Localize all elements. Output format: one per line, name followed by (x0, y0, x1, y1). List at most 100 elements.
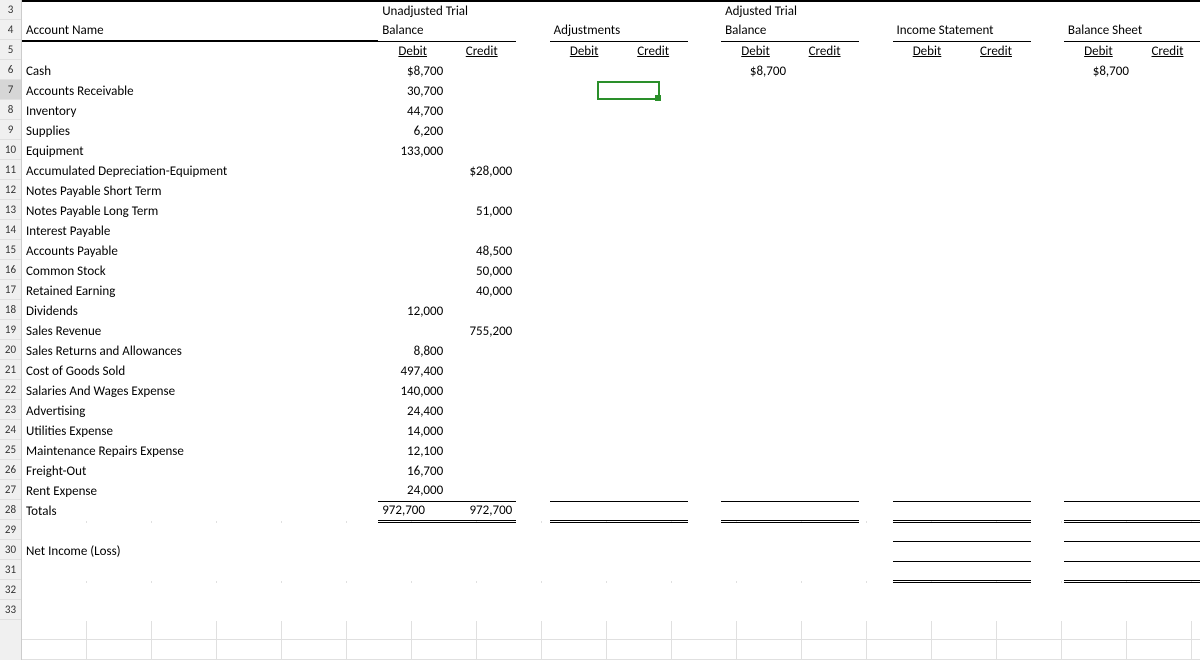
value-cell[interactable] (1064, 381, 1133, 401)
gap-cell[interactable] (1031, 341, 1064, 361)
account-name-cell[interactable]: Cost of Goods Sold (22, 361, 378, 381)
gap-cell[interactable] (859, 481, 892, 501)
debit-header[interactable]: Debit (721, 41, 790, 61)
value-cell[interactable] (1064, 201, 1133, 221)
totals-credit[interactable] (962, 501, 1031, 521)
value-cell[interactable] (447, 221, 516, 241)
gap-cell[interactable] (1031, 221, 1064, 241)
row-header[interactable]: 5 (0, 40, 21, 60)
account-name-cell[interactable]: Advertising (22, 401, 378, 421)
gap-cell[interactable] (1031, 261, 1064, 281)
value-cell[interactable] (790, 161, 859, 181)
value-cell[interactable] (378, 281, 447, 301)
gap-cell[interactable] (688, 221, 721, 241)
gap-cell[interactable] (1031, 61, 1064, 81)
value-cell[interactable] (619, 121, 688, 141)
value-cell[interactable] (619, 441, 688, 461)
gap-cell[interactable] (516, 161, 549, 181)
gap-cell[interactable] (859, 221, 892, 241)
gap-cell[interactable] (1031, 101, 1064, 121)
account-name-header[interactable]: Account Name (22, 21, 378, 41)
account-name-cell[interactable]: Accounts Payable (22, 241, 378, 261)
gap-cell[interactable] (859, 441, 892, 461)
value-cell[interactable] (1133, 241, 1200, 261)
value-cell[interactable] (962, 61, 1031, 81)
value-cell[interactable] (893, 281, 962, 301)
value-cell[interactable] (550, 361, 619, 381)
gap-cell[interactable] (859, 281, 892, 301)
value-cell[interactable] (550, 261, 619, 281)
value-cell[interactable] (1133, 201, 1200, 221)
value-cell[interactable] (1064, 341, 1133, 361)
value-cell[interactable] (447, 341, 516, 361)
value-cell[interactable] (893, 181, 962, 201)
gap-cell[interactable] (516, 281, 549, 301)
value-cell[interactable] (1133, 441, 1200, 461)
gap-cell[interactable] (859, 401, 892, 421)
value-cell[interactable] (790, 361, 859, 381)
value-cell[interactable] (550, 161, 619, 181)
value-cell[interactable] (447, 361, 516, 381)
value-cell[interactable] (790, 61, 859, 81)
value-cell[interactable] (1133, 361, 1200, 381)
value-cell[interactable] (1064, 301, 1133, 321)
account-name-cell[interactable]: Salaries And Wages Expense (22, 381, 378, 401)
value-cell[interactable] (378, 241, 447, 261)
totals-credit[interactable]: 972,700 (447, 501, 516, 521)
value-cell[interactable] (893, 161, 962, 181)
value-cell[interactable] (1064, 421, 1133, 441)
row-header[interactable]: 33 (0, 600, 21, 620)
value-cell[interactable] (721, 481, 790, 501)
value-cell[interactable] (619, 321, 688, 341)
value-cell[interactable] (1133, 141, 1200, 161)
debit-header[interactable]: Debit (550, 41, 619, 61)
value-cell[interactable]: $28,000 (447, 161, 516, 181)
value-cell[interactable] (1133, 481, 1200, 501)
value-cell[interactable] (1133, 61, 1200, 81)
value-cell[interactable] (619, 181, 688, 201)
value-cell[interactable] (790, 381, 859, 401)
value-cell[interactable] (619, 261, 688, 281)
value-cell[interactable] (721, 301, 790, 321)
gap-cell[interactable] (859, 141, 892, 161)
value-cell[interactable] (790, 261, 859, 281)
row-header[interactable]: 7 (0, 80, 21, 100)
gap-cell[interactable] (859, 81, 892, 101)
value-cell[interactable] (619, 241, 688, 261)
gap-cell[interactable] (859, 321, 892, 341)
value-cell[interactable] (447, 141, 516, 161)
row-header[interactable]: 29 (0, 520, 21, 540)
value-cell[interactable] (893, 201, 962, 221)
account-name-cell[interactable]: Retained Earning (22, 281, 378, 301)
account-name-cell[interactable]: Common Stock (22, 261, 378, 281)
value-cell[interactable] (1064, 281, 1133, 301)
row-header[interactable]: 26 (0, 460, 21, 480)
value-cell[interactable] (550, 481, 619, 501)
account-name-cell[interactable]: Dividends (22, 301, 378, 321)
value-cell[interactable] (550, 181, 619, 201)
value-cell[interactable] (721, 421, 790, 441)
totals-credit[interactable] (790, 501, 859, 521)
value-cell[interactable]: 497,400 (378, 361, 447, 381)
value-cell[interactable] (1133, 281, 1200, 301)
value-cell[interactable] (550, 81, 619, 101)
gap-cell[interactable] (688, 161, 721, 181)
value-cell[interactable] (721, 161, 790, 181)
row-header[interactable]: 21 (0, 360, 21, 380)
account-name-cell[interactable]: Sales Revenue (22, 321, 378, 341)
value-cell[interactable] (790, 341, 859, 361)
row-header[interactable]: 13 (0, 200, 21, 220)
value-cell[interactable]: 6,200 (378, 121, 447, 141)
value-cell[interactable] (893, 341, 962, 361)
value-cell[interactable] (619, 221, 688, 241)
value-cell[interactable] (721, 141, 790, 161)
gap-cell[interactable] (516, 141, 549, 161)
value-cell[interactable] (893, 241, 962, 261)
value-cell[interactable]: $8,700 (378, 61, 447, 81)
value-cell[interactable] (1064, 121, 1133, 141)
gap-cell[interactable] (859, 461, 892, 481)
value-cell[interactable] (378, 201, 447, 221)
gap-cell[interactable] (688, 301, 721, 321)
row-header[interactable]: 25 (0, 440, 21, 460)
gap-cell[interactable] (859, 301, 892, 321)
